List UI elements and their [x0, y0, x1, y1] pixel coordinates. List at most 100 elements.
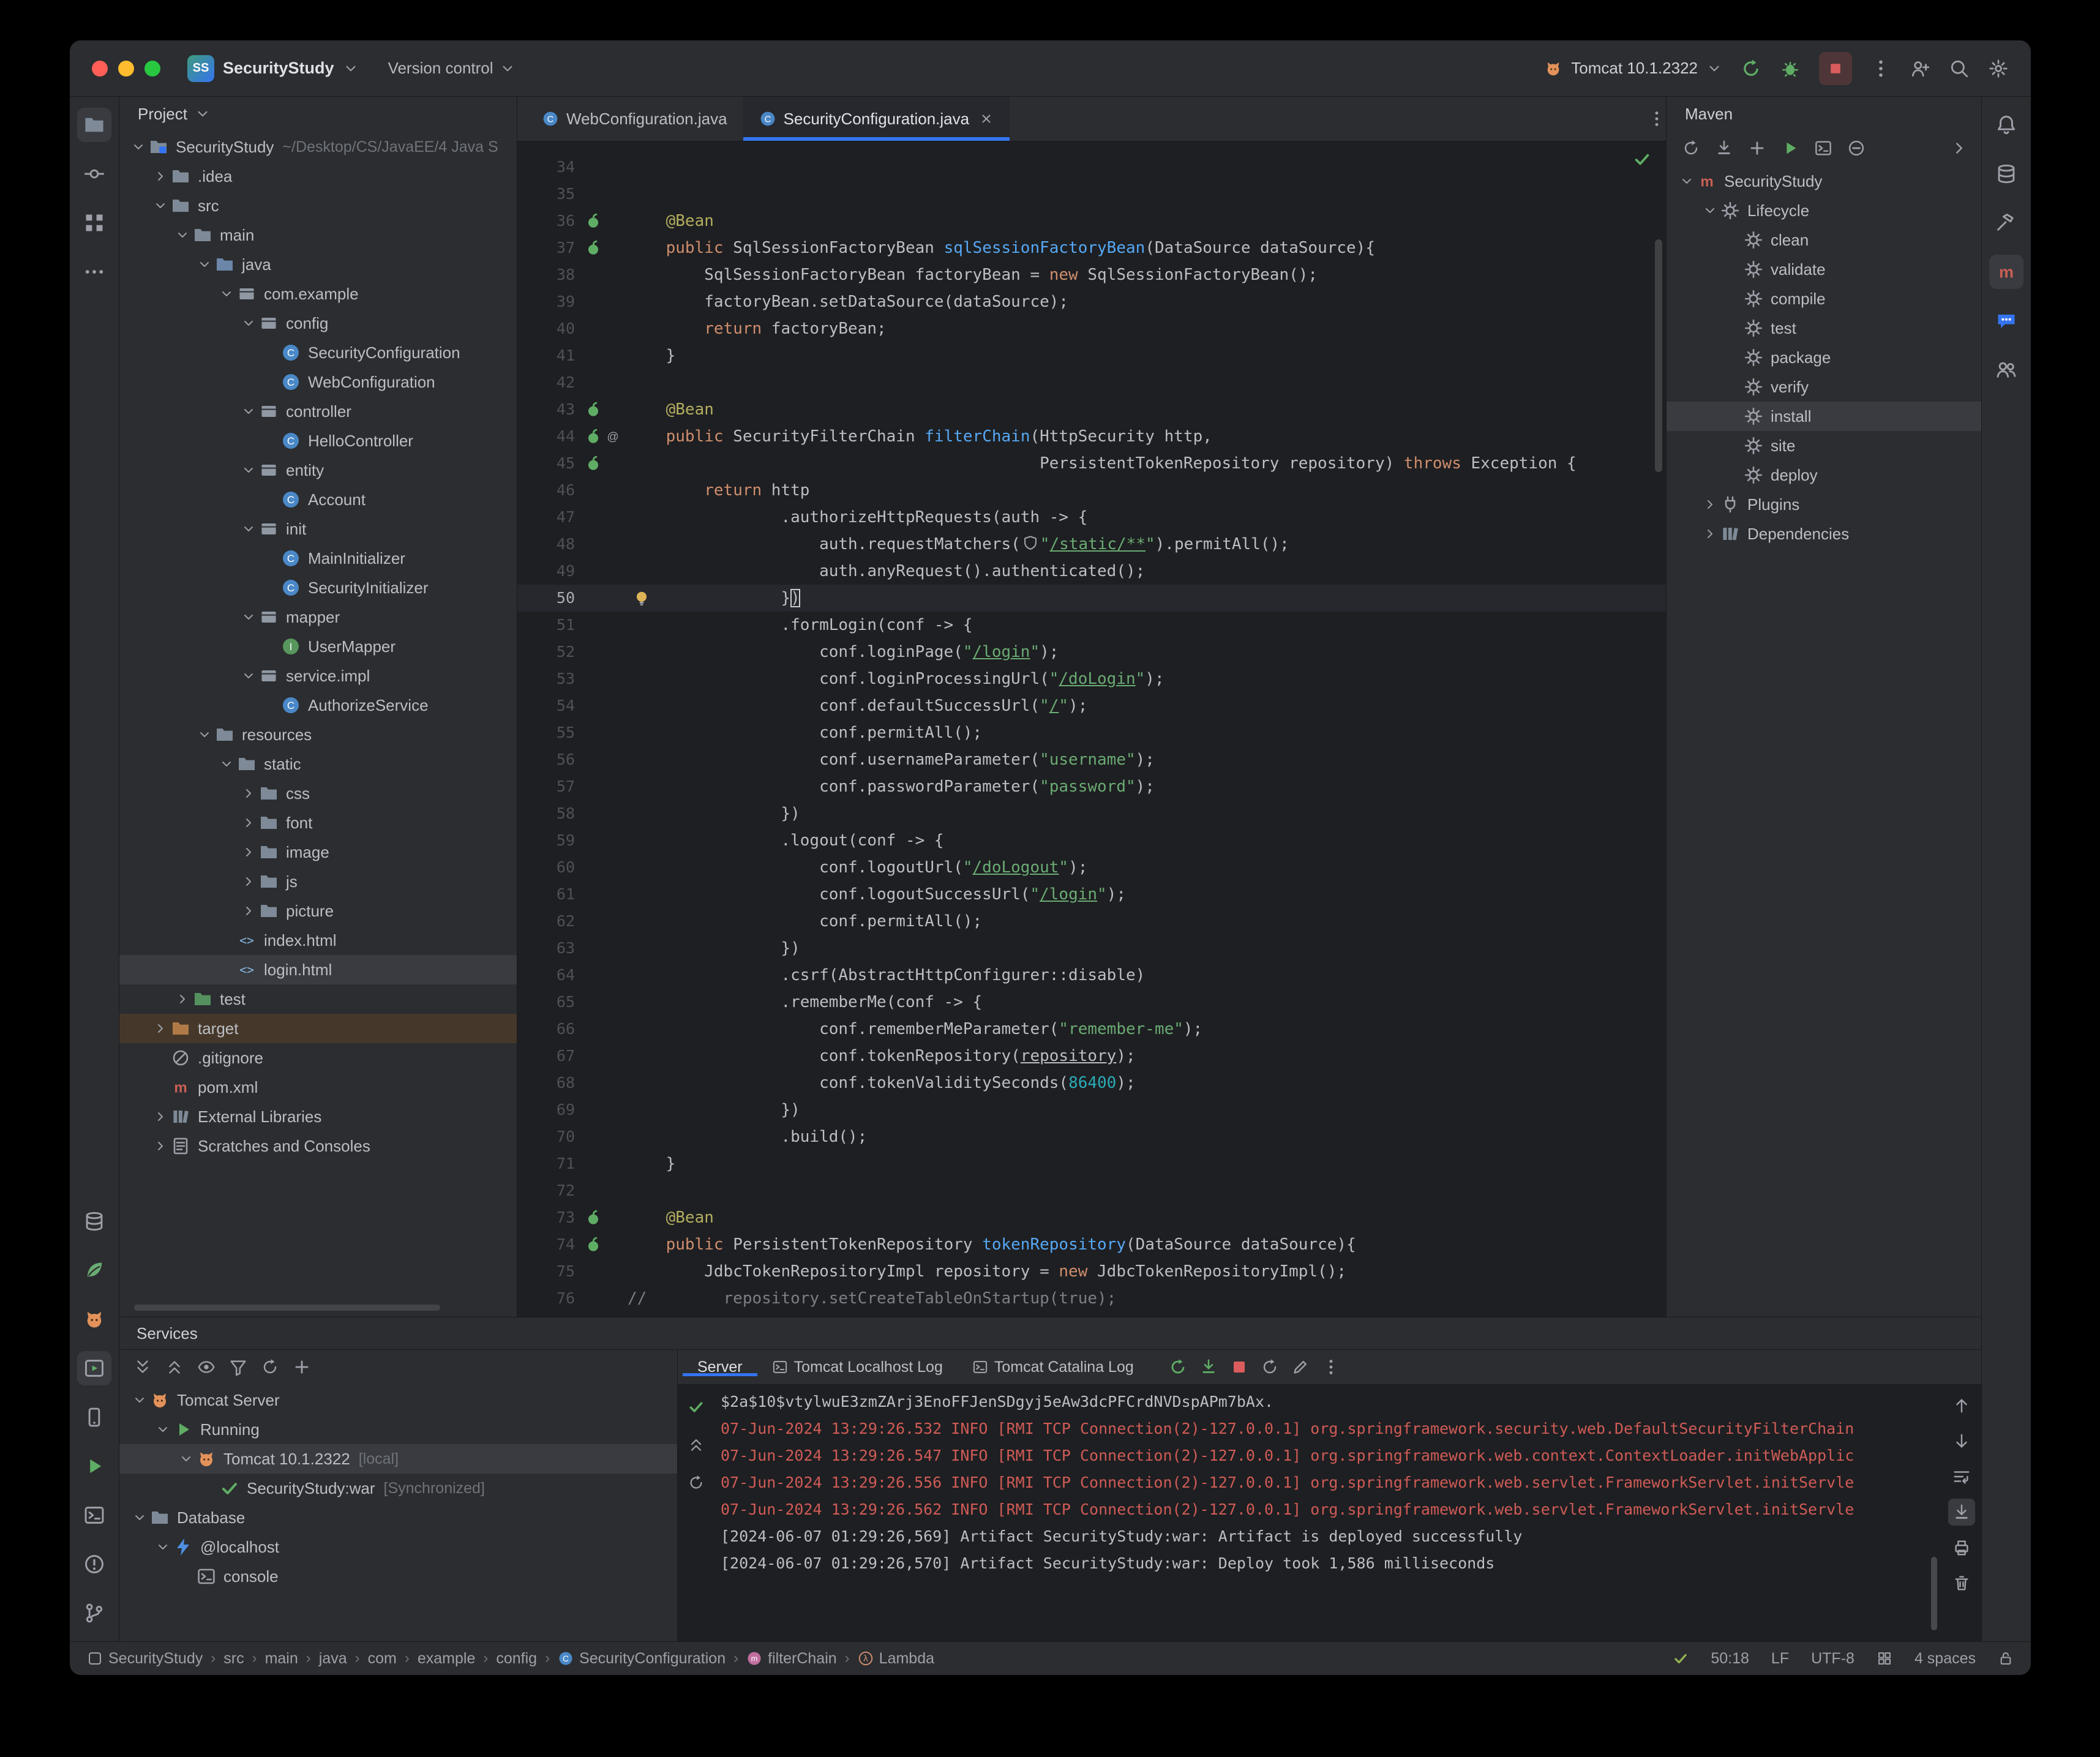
- chevron-down-icon[interactable]: [238, 402, 259, 421]
- code-text[interactable]: conf.passwordParameter("password");: [628, 773, 1666, 800]
- console-scrollbar[interactable]: [1931, 1557, 1937, 1630]
- code-text[interactable]: JdbcTokenRepositoryImpl repository = new…: [628, 1258, 1666, 1285]
- code-text[interactable]: @Bean: [628, 1204, 1666, 1231]
- editor-tab-webconfiguration-java[interactable]: C WebConfiguration.java: [526, 97, 743, 141]
- project-tree-item-entity[interactable]: entity: [119, 455, 517, 485]
- code-text[interactable]: [628, 1177, 1666, 1204]
- chevron-right-icon[interactable]: [1700, 525, 1720, 543]
- breadcrumb-securitystudy[interactable]: SecurityStudy: [87, 1650, 203, 1668]
- project-tree-item-image[interactable]: image: [119, 837, 517, 867]
- code-text[interactable]: conf.usernameParameter("username");: [628, 746, 1666, 773]
- project-panel-header[interactable]: Project: [119, 97, 517, 131]
- spring-toolwindow-button[interactable]: [77, 1253, 111, 1287]
- spring-bean-icon[interactable]: [585, 428, 602, 445]
- chevron-right-icon[interactable]: [238, 784, 259, 803]
- run-toolwindow-button[interactable]: [77, 1449, 111, 1483]
- project-tree-item-java[interactable]: java: [119, 250, 517, 279]
- code-text[interactable]: .csrf(AbstractHttpConfigurer::disable): [628, 962, 1666, 989]
- maven-tree-item-test[interactable]: test: [1667, 313, 1981, 343]
- filter-button[interactable]: [225, 1354, 252, 1380]
- rerun-output-button[interactable]: [683, 1469, 710, 1496]
- project-tree-item-target[interactable]: target: [119, 1014, 517, 1043]
- maven-tree-item-dependencies[interactable]: Dependencies: [1667, 519, 1981, 549]
- maven-tree-item-clean[interactable]: clean: [1667, 225, 1981, 255]
- chevron-right-icon[interactable]: [150, 1019, 171, 1038]
- chevron-down-icon[interactable]: [128, 138, 149, 156]
- project-tree-item-resources[interactable]: resources: [119, 720, 517, 749]
- chevron-right-icon[interactable]: [238, 843, 259, 861]
- scroll-to-end-button[interactable]: [1948, 1499, 1975, 1526]
- rerun-button[interactable]: [1741, 58, 1761, 79]
- services-tree-item-tomcat-10-1-2322[interactable]: Tomcat 10.1.2322 [local]: [119, 1444, 677, 1474]
- more-output-options-button[interactable]: [1318, 1354, 1344, 1380]
- terminal-toolwindow-button[interactable]: [77, 1498, 111, 1532]
- services-toolwindow-button[interactable]: [77, 1351, 111, 1385]
- run-status-icon[interactable]: [683, 1393, 710, 1420]
- spring-bean-icon[interactable]: [585, 1236, 602, 1253]
- project-tree-item-css[interactable]: css: [119, 779, 517, 808]
- project-tree-item-securityconfiguration[interactable]: C SecurityConfiguration: [119, 338, 517, 367]
- project-tree-item-login-html[interactable]: <> login.html: [119, 955, 517, 984]
- maven-tree-item-verify[interactable]: verify: [1667, 372, 1981, 402]
- maven-toolwindow-button[interactable]: m: [1989, 255, 2023, 289]
- maven-reload-button[interactable]: [1678, 135, 1704, 162]
- stop-button[interactable]: [1819, 51, 1852, 85]
- project-tree-item-config[interactable]: config: [119, 309, 517, 338]
- code-text[interactable]: .build();: [628, 1123, 1666, 1150]
- project-tree-item-js[interactable]: js: [119, 867, 517, 896]
- settings-button[interactable]: [1988, 58, 2009, 79]
- deploy-artifact-button[interactable]: [1195, 1354, 1222, 1380]
- device-manager-button[interactable]: [77, 1400, 111, 1434]
- maven-execute-goal-button[interactable]: [1810, 135, 1837, 162]
- chevron-down-icon[interactable]: [152, 1420, 173, 1439]
- breadcrumb-lambda[interactable]: λ Lambda: [858, 1650, 934, 1668]
- code-style-widget[interactable]: [1877, 1650, 1892, 1666]
- code-text[interactable]: conf.rememberMeParameter("remember-me");: [628, 1016, 1666, 1043]
- close-tab-icon[interactable]: [979, 111, 994, 126]
- project-tree-item-test[interactable]: test: [119, 984, 517, 1014]
- code-text[interactable]: // repository.setCreateTableOnStartup(tr…: [628, 1285, 1666, 1312]
- code-text[interactable]: .authorizeHttpRequests(auth -> {: [628, 504, 1666, 531]
- scroll-up-button[interactable]: [1948, 1392, 1975, 1419]
- chevron-down-icon[interactable]: [150, 197, 171, 215]
- chevron-down-icon[interactable]: [238, 608, 259, 626]
- code-text[interactable]: PersistentTokenRepository repository) th…: [628, 450, 1666, 477]
- debug-button[interactable]: [1780, 58, 1801, 79]
- services-tree-item-console[interactable]: console: [119, 1562, 677, 1591]
- code-text[interactable]: @Bean: [628, 208, 1666, 234]
- maven-tree-item-validate[interactable]: validate: [1667, 255, 1981, 284]
- code-text[interactable]: conf.permitAll();: [628, 908, 1666, 935]
- chevron-down-icon[interactable]: [172, 226, 193, 244]
- chevron-down-icon[interactable]: [216, 285, 237, 303]
- project-tree-item-gitignore[interactable]: .gitignore: [119, 1043, 517, 1073]
- commit-toolwindow-button[interactable]: [77, 157, 111, 191]
- chevron-down-icon[interactable]: [1676, 172, 1697, 190]
- maven-skip-tests-button[interactable]: [1843, 135, 1870, 162]
- project-tree-item-index-html[interactable]: <> index.html: [119, 926, 517, 955]
- project-tree-item-picture[interactable]: picture: [119, 896, 517, 926]
- chevron-right-icon[interactable]: [1700, 495, 1720, 514]
- more-actions-button[interactable]: [1870, 58, 1891, 79]
- project-tree-item-static[interactable]: static: [119, 749, 517, 779]
- project-tree-item-securityinitializer[interactable]: C SecurityInitializer: [119, 573, 517, 602]
- project-tree-item-account[interactable]: C Account: [119, 485, 517, 514]
- code-text[interactable]: public SqlSessionFactoryBean sqlSessionF…: [628, 234, 1666, 261]
- console-tab-tomcat-catalina-log[interactable]: Tomcat Catalina Log: [958, 1358, 1149, 1376]
- project-tree-item-hellocontroller[interactable]: C HelloController: [119, 426, 517, 455]
- code-text[interactable]: [628, 181, 1666, 208]
- services-tree-item-running[interactable]: Running: [119, 1415, 677, 1444]
- version-control-widget[interactable]: Version control: [388, 59, 516, 78]
- intention-bulb-icon[interactable]: [632, 589, 651, 607]
- chevron-down-icon[interactable]: [238, 667, 259, 685]
- chevron-down-icon[interactable]: [238, 520, 259, 538]
- maven-more-button[interactable]: [1946, 135, 1973, 162]
- code-text[interactable]: .formLogin(conf -> {: [628, 612, 1666, 639]
- chevron-down-icon[interactable]: [238, 461, 259, 479]
- print-button[interactable]: [1948, 1534, 1975, 1561]
- code-text[interactable]: .logout(conf -> {: [628, 827, 1666, 854]
- chevron-down-icon[interactable]: [1700, 201, 1720, 220]
- project-tree-item-service-impl[interactable]: service.impl: [119, 661, 517, 691]
- expand-all-button[interactable]: [129, 1354, 156, 1380]
- spring-bean-icon[interactable]: [585, 239, 602, 257]
- chevron-down-icon[interactable]: [129, 1508, 150, 1527]
